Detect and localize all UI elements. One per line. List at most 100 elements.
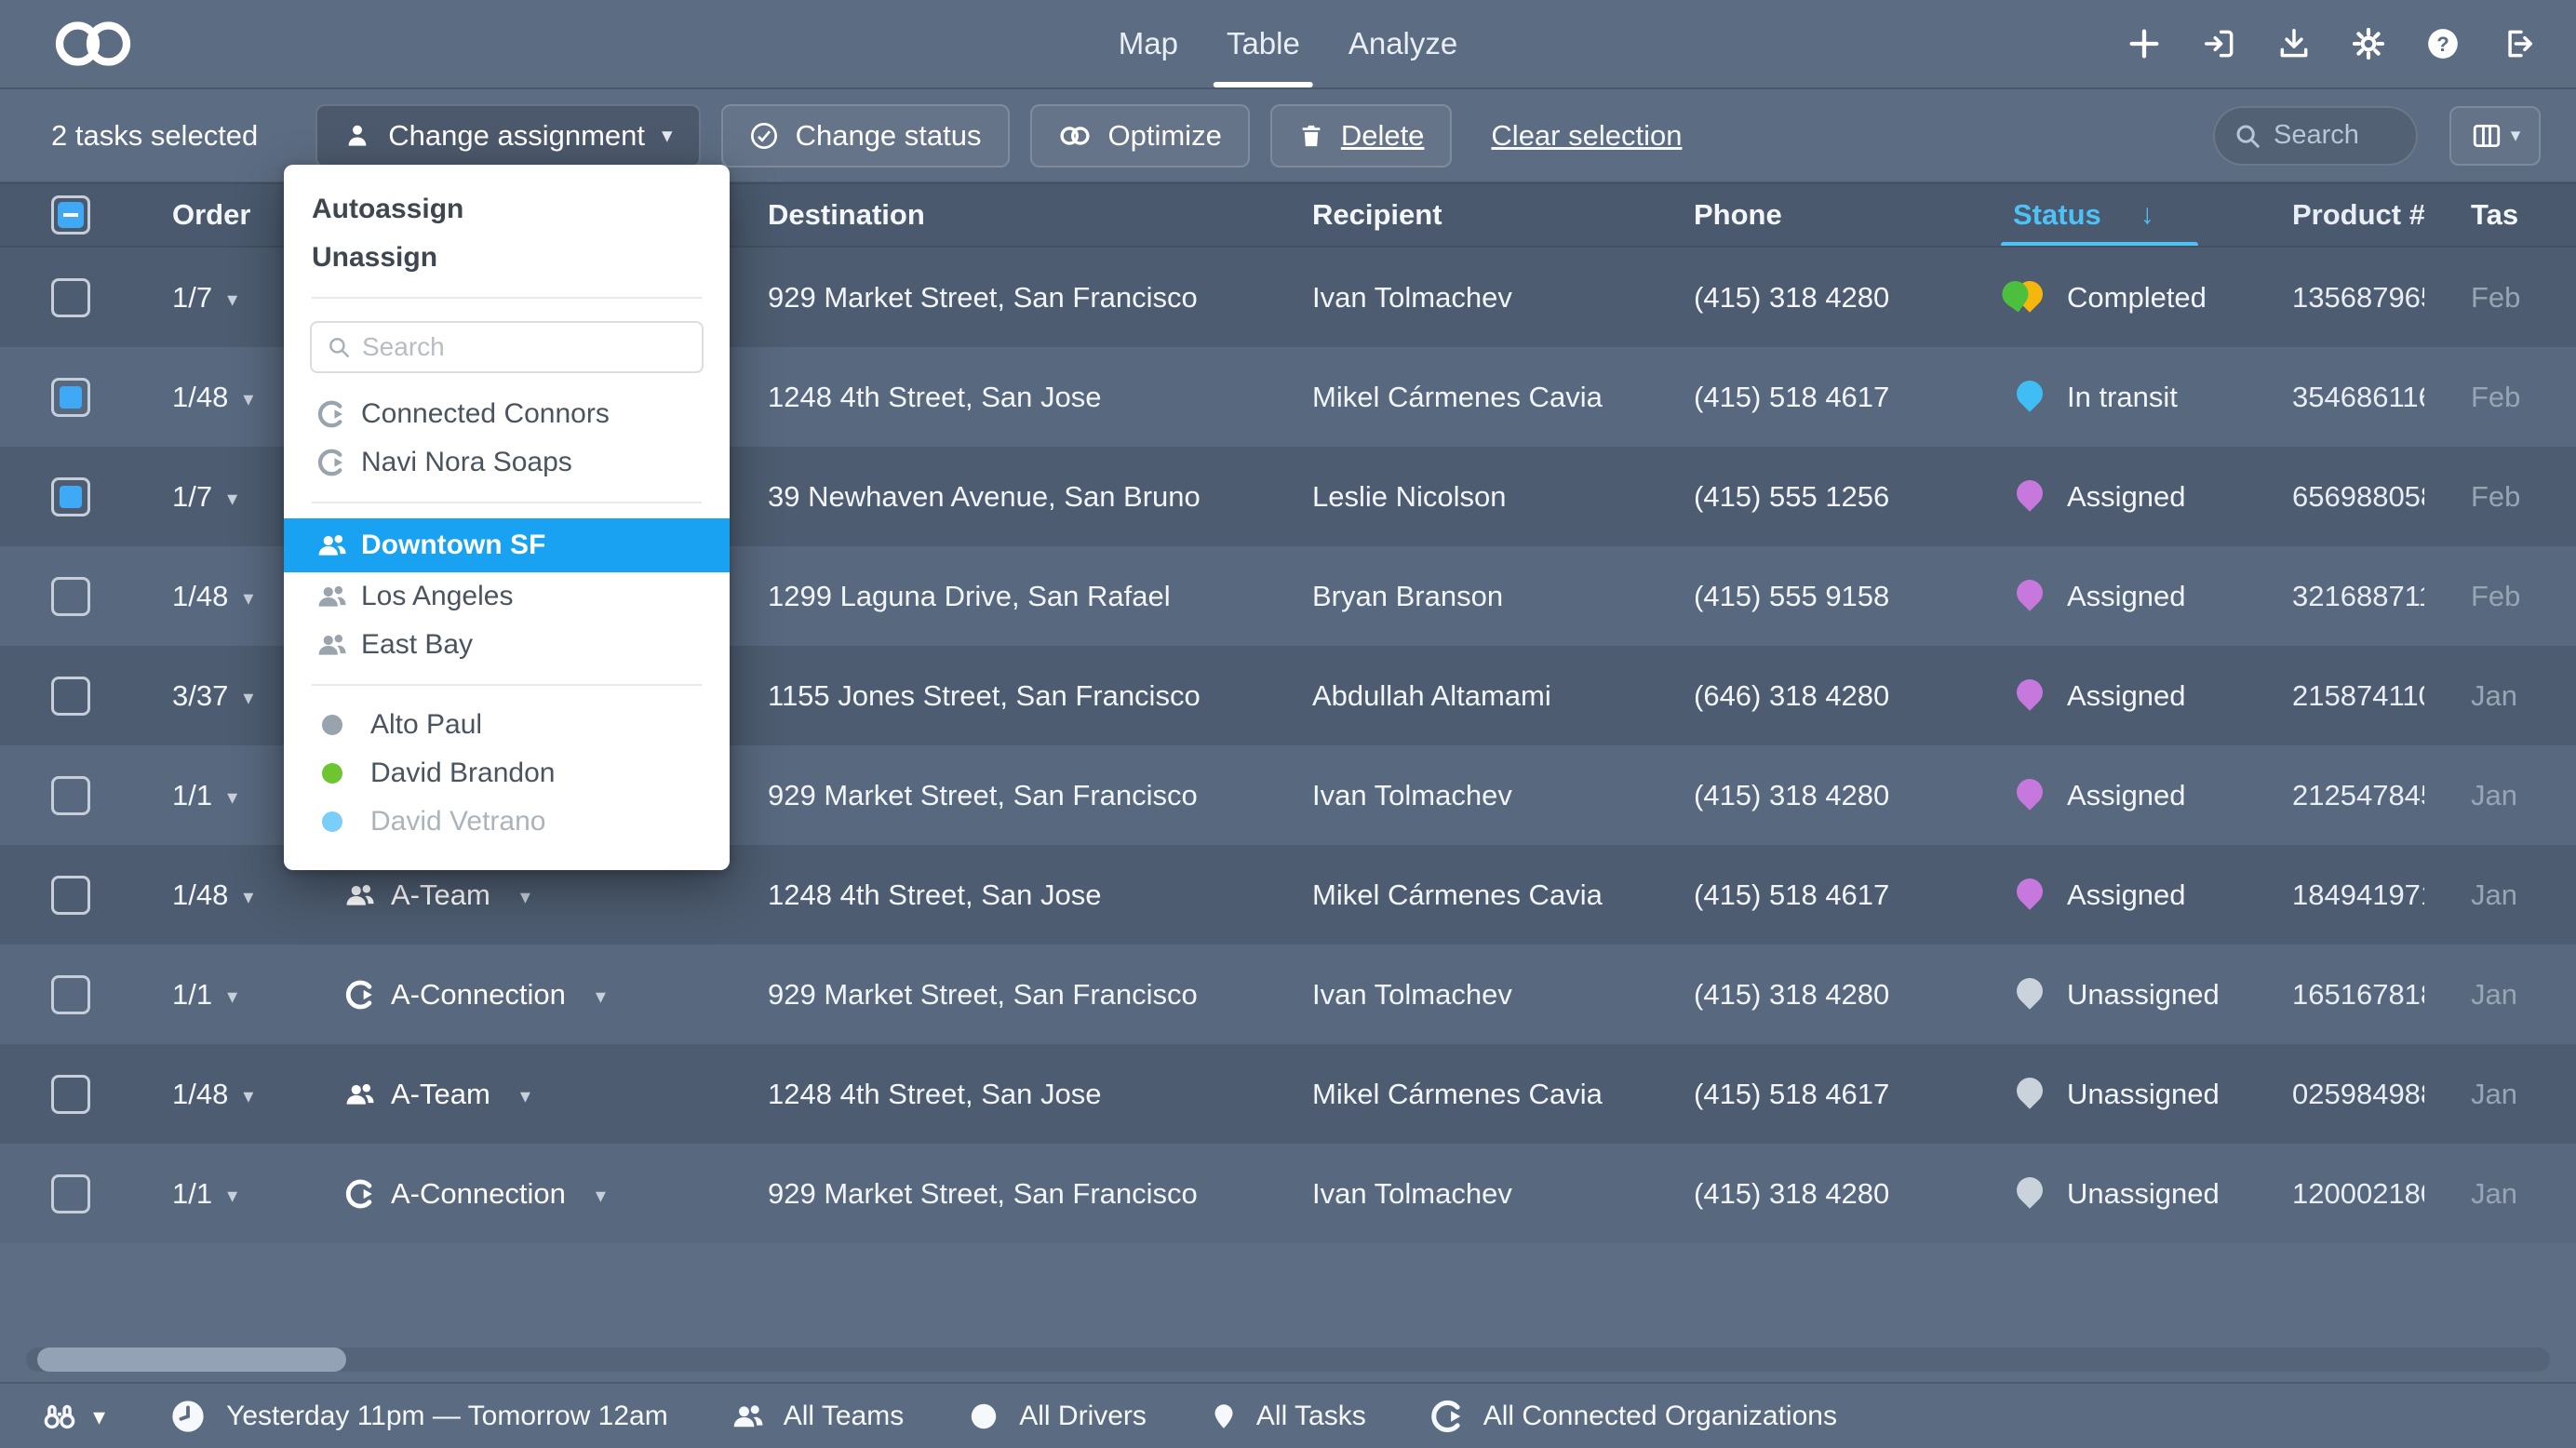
search-input[interactable] xyxy=(2274,120,2397,151)
status-cell: Assigned xyxy=(1959,745,2247,845)
row-checkbox[interactable] xyxy=(51,378,90,417)
row-checkbox[interactable] xyxy=(51,776,90,815)
product-cell: 215874110 xyxy=(2247,679,2424,713)
tab-analyze[interactable]: Analyze xyxy=(1345,0,1461,87)
order-cell[interactable]: 1/7▾ xyxy=(121,281,288,315)
menu-divider xyxy=(312,502,702,503)
dropdown-search[interactable] xyxy=(310,321,704,373)
change-status-button[interactable]: Change status xyxy=(721,104,1010,168)
tab-table[interactable]: Table xyxy=(1223,0,1304,87)
row-checkbox[interactable] xyxy=(51,1174,90,1213)
menu-item-team[interactable]: Downtown SF xyxy=(284,518,730,572)
menu-item-organization[interactable]: Connected Connors xyxy=(284,390,730,438)
assignee-label: A-Connection xyxy=(391,1177,566,1211)
product-cell: 354686116 xyxy=(2247,381,2424,414)
column-header-recipient[interactable]: Recipient xyxy=(1256,198,1638,232)
settings-gear-icon[interactable] xyxy=(2351,26,2386,61)
change-assignment-button[interactable]: Change assignment ▾ xyxy=(315,104,700,168)
lookup-filter-button[interactable]: ▾ xyxy=(39,1399,105,1434)
row-checkbox[interactable] xyxy=(51,1075,90,1114)
filter-bar: ▾ Yesterday 11pm — Tomorrow 12am All Tea… xyxy=(0,1382,2576,1448)
menu-item-unassign[interactable]: Unassign xyxy=(284,234,730,282)
column-header-status[interactable]: Status ↓ xyxy=(1959,184,2247,246)
order-cell[interactable]: 1/48▾ xyxy=(121,878,288,912)
row-checkbox[interactable] xyxy=(51,876,90,915)
time-range-filter[interactable]: Yesterday 11pm — Tomorrow 12am xyxy=(168,1397,668,1436)
add-icon[interactable] xyxy=(2126,25,2163,62)
onfleet-logo-icon[interactable] xyxy=(48,19,138,69)
menu-item-autoassign[interactable]: Autoassign xyxy=(284,185,730,234)
driver-dot-icon xyxy=(322,811,342,832)
table-row[interactable]: 1/48▾ A-Team ▾ 1248 4th Street, San Jose… xyxy=(0,1044,2576,1144)
menu-item-organization[interactable]: Navi Nora Soaps xyxy=(284,438,730,487)
row-checkbox[interactable] xyxy=(51,577,90,616)
drivers-filter[interactable]: All Drivers xyxy=(967,1400,1147,1433)
connection-icon xyxy=(344,1178,376,1210)
row-checkbox[interactable] xyxy=(51,278,90,317)
order-value: 1/1 xyxy=(172,978,212,1012)
status-label: Assigned xyxy=(2067,878,2186,912)
logout-icon[interactable] xyxy=(2500,26,2535,61)
assignee-cell[interactable]: A-Team ▾ xyxy=(288,1078,712,1111)
order-cell[interactable]: 1/1▾ xyxy=(121,779,288,812)
organizations-filter[interactable]: All Connected Organizations xyxy=(1429,1399,1837,1434)
product-cell: 212547845 xyxy=(2247,779,2424,812)
download-icon[interactable] xyxy=(2276,26,2312,61)
menu-item-team[interactable]: East Bay xyxy=(284,621,730,669)
status-label: Assigned xyxy=(2067,580,2186,613)
table-row[interactable]: 1/1▾ A-Connection ▾ 929 Market Street, S… xyxy=(0,945,2576,1044)
menu-item-driver[interactable]: Alto Paul xyxy=(284,701,730,749)
order-cell[interactable]: 1/1▾ xyxy=(121,1177,288,1211)
select-all-checkbox[interactable] xyxy=(51,195,90,235)
import-icon[interactable] xyxy=(2202,26,2237,61)
assignee-label: A-Team xyxy=(391,1078,490,1111)
column-header-phone[interactable]: Phone xyxy=(1638,198,1959,232)
team-icon xyxy=(731,1400,765,1433)
table-search[interactable] xyxy=(2213,106,2418,166)
tab-map[interactable]: Map xyxy=(1115,0,1182,87)
binoculars-icon xyxy=(39,1399,80,1434)
chevron-down-icon: ▾ xyxy=(596,986,606,1007)
columns-picker-button[interactable]: ▾ xyxy=(2449,106,2541,166)
table-row[interactable]: 1/1▾ A-Connection ▾ 929 Market Street, S… xyxy=(0,1144,2576,1243)
menu-item-driver[interactable]: David Vetrano xyxy=(284,798,730,846)
dropdown-search-input[interactable] xyxy=(362,332,687,362)
help-icon[interactable]: ? xyxy=(2425,26,2461,61)
order-cell[interactable]: 1/48▾ xyxy=(121,580,288,613)
clear-selection-link[interactable]: Clear selection xyxy=(1491,119,1682,153)
menu-item-driver[interactable]: David Brandon xyxy=(284,749,730,798)
task-date-cell: Feb xyxy=(2424,480,2576,514)
column-header-destination[interactable]: Destination xyxy=(712,198,1256,232)
assignee-cell[interactable]: A-Connection ▾ xyxy=(288,1177,712,1211)
row-checkbox[interactable] xyxy=(51,975,90,1014)
tasks-filter[interactable]: All Tasks xyxy=(1210,1400,1366,1433)
assignee-cell[interactable]: A-Connection ▾ xyxy=(288,978,712,1012)
assignee-label: A-Connection xyxy=(391,978,566,1012)
column-header-product[interactable]: Product # xyxy=(2247,198,2424,232)
row-checkbox[interactable] xyxy=(51,477,90,516)
teams-filter[interactable]: All Teams xyxy=(731,1400,905,1433)
order-cell[interactable]: 1/7▾ xyxy=(121,480,288,514)
product-cell: 120002180 xyxy=(2247,1177,2424,1211)
horizontal-scrollbar[interactable] xyxy=(26,1347,2550,1372)
menu-item-team[interactable]: Los Angeles xyxy=(284,572,730,621)
view-tabs: Map Table Analyze xyxy=(1115,0,1462,87)
recipient-cell: Mikel Cármenes Cavia xyxy=(1256,381,1638,414)
scrollbar-thumb[interactable] xyxy=(37,1347,346,1372)
assignee-label: A-Team xyxy=(391,878,490,912)
order-cell[interactable]: 1/48▾ xyxy=(121,381,288,414)
delete-button[interactable]: Delete xyxy=(1270,104,1453,168)
status-cell: Assigned xyxy=(1959,447,2247,546)
connection-icon xyxy=(1429,1399,1465,1434)
team-icon xyxy=(316,629,361,661)
column-header-order[interactable]: Order xyxy=(121,198,288,232)
order-cell[interactable]: 1/48▾ xyxy=(121,1078,288,1111)
column-header-task[interactable]: Tas xyxy=(2424,198,2576,232)
optimize-button[interactable]: Optimize xyxy=(1030,104,1250,168)
assignee-cell[interactable]: A-Team ▾ xyxy=(288,878,712,912)
order-cell[interactable]: 1/1▾ xyxy=(121,978,288,1012)
order-cell[interactable]: 3/37▾ xyxy=(121,679,288,713)
row-checkbox[interactable] xyxy=(51,677,90,716)
recipient-cell: Ivan Tolmachev xyxy=(1256,978,1638,1012)
sort-desc-icon[interactable]: ↓ xyxy=(2140,199,2154,231)
